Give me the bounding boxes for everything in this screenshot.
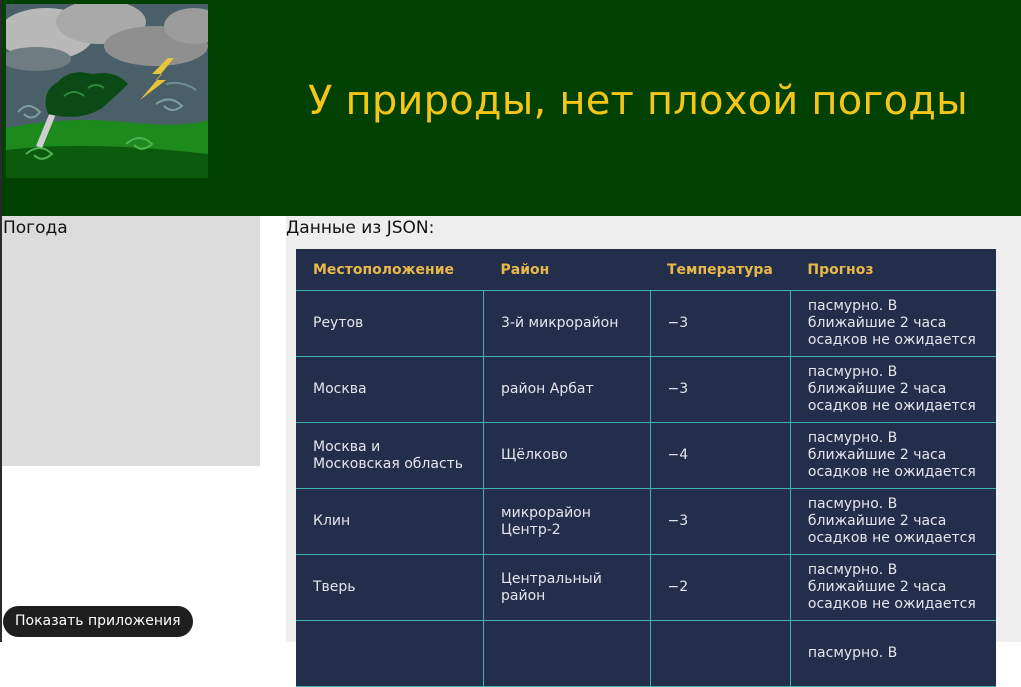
cell-forecast: пасмурно. В ближайшие 2 часа осадков не … bbox=[789, 356, 996, 423]
column-header-district: Район bbox=[483, 249, 650, 291]
site-header: У природы, нет плохой погоды bbox=[2, 0, 1021, 216]
weather-table: Местоположение Район Температура Прогноз… bbox=[296, 249, 996, 687]
cell-district: Щёлково bbox=[483, 422, 651, 489]
show-apps-button[interactable]: Показать приложения bbox=[3, 606, 193, 637]
cell-temperature: −3 bbox=[649, 356, 791, 423]
cell-district: микрорайон Центр-2 bbox=[483, 488, 651, 555]
cell-temperature: −4 bbox=[649, 422, 791, 489]
cell-temperature: −3 bbox=[649, 290, 791, 357]
sidebar: Погода bbox=[2, 216, 260, 466]
table-row: Москва район Арбат −3 пасмурно. В ближай… bbox=[296, 356, 996, 423]
table-row: пасмурно. В bbox=[296, 620, 996, 687]
weather-table-container: Местоположение Район Температура Прогноз… bbox=[296, 249, 996, 687]
table-row: Реутов 3-й микрорайон −3 пасмурно. В бли… bbox=[296, 290, 996, 357]
cell-forecast: пасмурно. В ближайшие 2 часа осадков не … bbox=[789, 422, 996, 489]
cell-location: Москва bbox=[296, 356, 485, 423]
storm-weather-logo-icon bbox=[6, 4, 208, 178]
cell-district: 3-й микрорайон bbox=[483, 290, 651, 357]
cell-location bbox=[296, 620, 485, 687]
cell-location: Клин bbox=[296, 488, 485, 555]
cell-district: район Арбат bbox=[483, 356, 651, 423]
sidebar-title: Погода bbox=[3, 218, 68, 238]
page-title: У природы, нет плохой погоды bbox=[308, 78, 968, 124]
column-header-temperature: Температура bbox=[650, 249, 791, 291]
column-header-forecast: Прогноз bbox=[790, 249, 996, 291]
cell-forecast: пасмурно. В ближайшие 2 часа осадков не … bbox=[789, 290, 996, 357]
table-row: Клин микрорайон Центр-2 −3 пасмурно. В б… bbox=[296, 488, 996, 555]
cell-location: Тверь bbox=[296, 554, 485, 621]
table-header-row: Местоположение Район Температура Прогноз bbox=[296, 249, 996, 291]
column-header-location: Местоположение bbox=[296, 249, 484, 291]
cell-temperature: −2 bbox=[649, 554, 791, 621]
main-content: Данные из JSON: Местоположение Район Тем… bbox=[286, 216, 1021, 687]
table-row: Тверь Центральный район −2 пасмурно. В б… bbox=[296, 554, 996, 621]
cell-temperature bbox=[649, 620, 791, 687]
table-row: Москва и Московская область Щёлково −4 п… bbox=[296, 422, 996, 489]
cell-temperature: −3 bbox=[649, 488, 791, 555]
cell-location: Реутов bbox=[296, 290, 485, 357]
cell-forecast: пасмурно. В bbox=[789, 620, 996, 687]
cell-forecast: пасмурно. В ближайшие 2 часа осадков не … bbox=[789, 488, 996, 555]
cell-forecast: пасмурно. В ближайшие 2 часа осадков не … bbox=[789, 554, 996, 621]
json-data-heading: Данные из JSON: bbox=[286, 218, 435, 238]
cell-district bbox=[483, 620, 651, 687]
cell-location: Москва и Московская область bbox=[296, 422, 485, 489]
cell-district: Центральный район bbox=[483, 554, 651, 621]
